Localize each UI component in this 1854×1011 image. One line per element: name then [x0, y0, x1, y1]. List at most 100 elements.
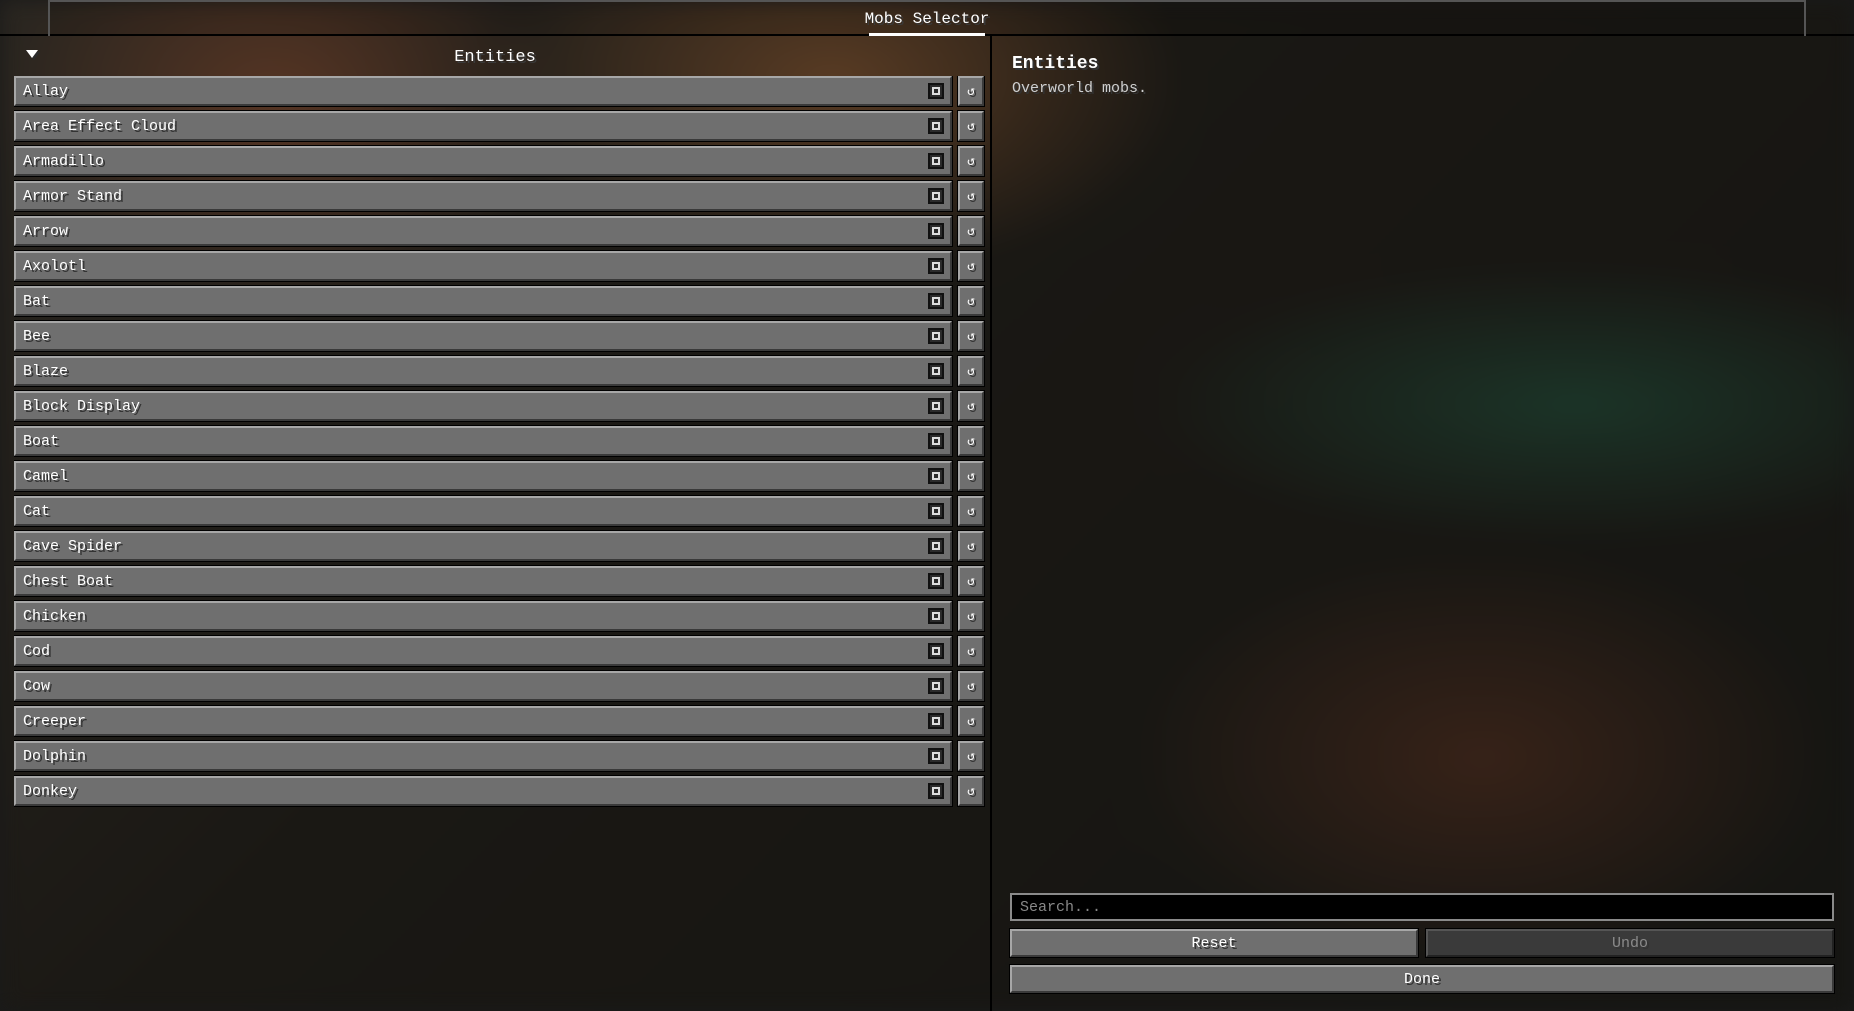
tab-underline [869, 33, 985, 36]
entity-toggle[interactable]: Cod [14, 636, 952, 666]
entity-reset-button[interactable]: ↺ [958, 146, 984, 176]
checkbox-icon [928, 223, 944, 239]
entity-toggle[interactable]: Allay [14, 76, 952, 106]
entity-toggle[interactable]: Bee [14, 321, 952, 351]
entity-toggle[interactable]: Armadillo [14, 146, 952, 176]
entity-row: Bat ↺ [14, 286, 984, 316]
entity-label: Area Effect Cloud [23, 118, 176, 135]
entity-toggle[interactable]: Donkey [14, 776, 952, 806]
entity-reset-button[interactable]: ↺ [958, 286, 984, 316]
entity-toggle[interactable]: Blaze [14, 356, 952, 386]
entity-reset-button[interactable]: ↺ [958, 391, 984, 421]
entity-reset-button[interactable]: ↺ [958, 426, 984, 456]
checkbox-icon [928, 363, 944, 379]
checkbox-icon [928, 783, 944, 799]
entity-toggle[interactable]: Area Effect Cloud [14, 111, 952, 141]
reset-button[interactable]: Reset [1010, 929, 1418, 957]
checkbox-icon [928, 258, 944, 274]
tab-mobs-selector[interactable]: Mobs Selector [48, 0, 1806, 36]
entity-reset-button[interactable]: ↺ [958, 776, 984, 806]
entity-reset-button[interactable]: ↺ [958, 496, 984, 526]
list-header: Entities [0, 36, 990, 76]
entity-label: Bat [23, 293, 50, 310]
checkbox-icon [928, 678, 944, 694]
entity-reset-button[interactable]: ↺ [958, 601, 984, 631]
entity-label: Blaze [23, 363, 68, 380]
tab-label: Mobs Selector [865, 10, 990, 28]
reset-icon: ↺ [967, 259, 975, 274]
description-title: Entities [1012, 54, 1834, 74]
entity-row: Bee ↺ [14, 321, 984, 351]
entity-toggle[interactable]: Chicken [14, 601, 952, 631]
checkbox-icon [928, 293, 944, 309]
entity-row: Camel ↺ [14, 461, 984, 491]
entity-label: Armor Stand [23, 188, 122, 205]
entity-toggle[interactable]: Axolotl [14, 251, 952, 281]
done-button[interactable]: Done [1010, 965, 1834, 993]
entity-toggle[interactable]: Camel [14, 461, 952, 491]
reset-icon: ↺ [967, 749, 975, 764]
entity-reset-button[interactable]: ↺ [958, 671, 984, 701]
entity-label: Chest Boat [23, 573, 113, 590]
entity-toggle[interactable]: Chest Boat [14, 566, 952, 596]
info-pane: Entities Overworld mobs. Reset Undo Done [990, 36, 1854, 1011]
entity-toggle[interactable]: Cave Spider [14, 531, 952, 561]
undo-button-label: Undo [1612, 935, 1648, 952]
entity-reset-button[interactable]: ↺ [958, 741, 984, 771]
checkbox-icon [928, 713, 944, 729]
reset-icon: ↺ [967, 84, 975, 99]
reset-icon: ↺ [967, 224, 975, 239]
entity-label: Cod [23, 643, 50, 660]
reset-icon: ↺ [967, 469, 975, 484]
entity-toggle[interactable]: Cow [14, 671, 952, 701]
entity-row: Blaze ↺ [14, 356, 984, 386]
entity-row: Creeper↺ [14, 706, 984, 736]
entity-row: Cave Spider↺ [14, 531, 984, 561]
entity-toggle[interactable]: Boat [14, 426, 952, 456]
checkbox-icon [928, 468, 944, 484]
entity-row: Arrow ↺ [14, 216, 984, 246]
checkbox-icon [928, 608, 944, 624]
entity-row: Cat ↺ [14, 496, 984, 526]
entity-toggle[interactable]: Arrow [14, 216, 952, 246]
entity-reset-button[interactable]: ↺ [958, 531, 984, 561]
entity-reset-button[interactable]: ↺ [958, 76, 984, 106]
entity-label: Cow [23, 678, 50, 695]
entity-reset-button[interactable]: ↺ [958, 706, 984, 736]
entity-label: Allay [23, 83, 68, 100]
entity-reset-button[interactable]: ↺ [958, 181, 984, 211]
reset-icon: ↺ [967, 609, 975, 624]
undo-button: Undo [1426, 929, 1834, 957]
entity-reset-button[interactable]: ↺ [958, 111, 984, 141]
entity-reset-button[interactable]: ↺ [958, 356, 984, 386]
entity-scroll[interactable]: Allay↺Area Effect Cloud↺Armadillo↺Armor … [14, 76, 990, 1011]
reset-icon: ↺ [967, 784, 975, 799]
list-title: Entities [0, 48, 990, 67]
entity-label: Axolotl [23, 258, 86, 275]
entity-row: Armor Stand ↺ [14, 181, 984, 211]
checkbox-icon [928, 118, 944, 134]
entity-toggle[interactable]: Block Display [14, 391, 952, 421]
search-input[interactable] [1010, 893, 1834, 921]
entity-reset-button[interactable]: ↺ [958, 461, 984, 491]
entity-toggle[interactable]: Creeper [14, 706, 952, 736]
description-block: Entities Overworld mobs. [1012, 54, 1834, 97]
entity-row: Allay ↺ [14, 76, 984, 106]
reset-button-label: Reset [1191, 935, 1236, 952]
entity-row: Cod ↺ [14, 636, 984, 666]
entity-toggle[interactable]: Armor Stand [14, 181, 952, 211]
entity-label: Cat [23, 503, 50, 520]
entity-label: Bee [23, 328, 50, 345]
entity-toggle[interactable]: Dolphin [14, 741, 952, 771]
entity-reset-button[interactable]: ↺ [958, 566, 984, 596]
reset-icon: ↺ [967, 119, 975, 134]
entity-reset-button[interactable]: ↺ [958, 321, 984, 351]
entity-row: Block Display ↺ [14, 391, 984, 421]
entity-reset-button[interactable]: ↺ [958, 636, 984, 666]
entity-label: Block Display [23, 398, 140, 415]
entity-reset-button[interactable]: ↺ [958, 216, 984, 246]
entity-label: Armadillo [23, 153, 104, 170]
entity-reset-button[interactable]: ↺ [958, 251, 984, 281]
entity-toggle[interactable]: Bat [14, 286, 952, 316]
entity-toggle[interactable]: Cat [14, 496, 952, 526]
